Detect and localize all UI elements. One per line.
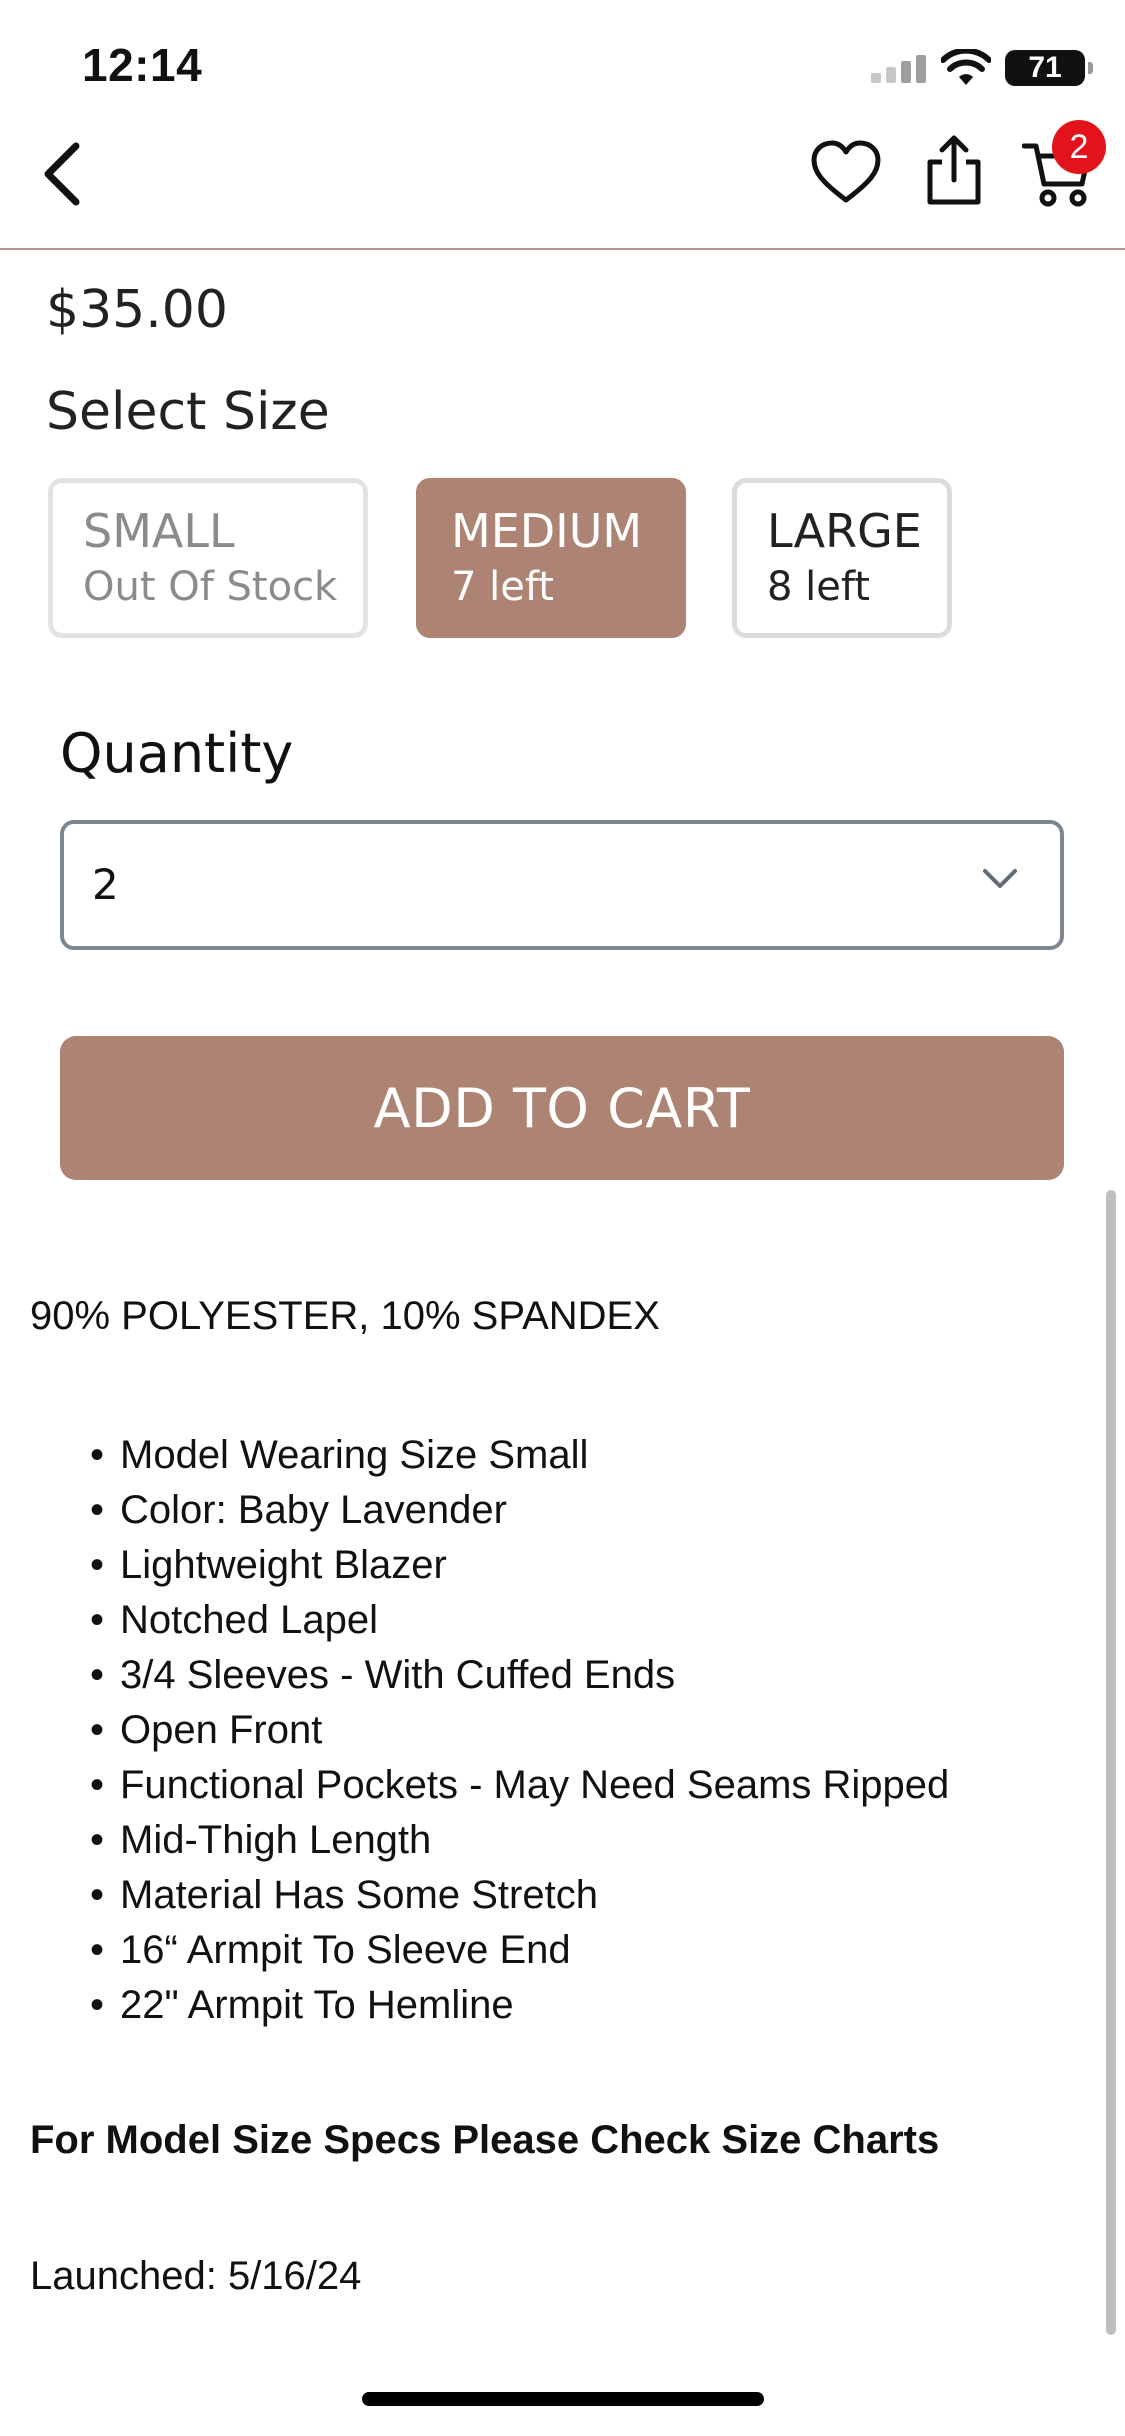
launch-date: Launched: 5/16/24 [30,2254,362,2298]
size-name: SMALL [83,504,235,558]
size-name: LARGE [767,504,922,558]
battery-indicator: 71 [1005,50,1093,86]
status-icons: 71 [871,48,1093,88]
list-item: Color: Baby Lavender [90,1483,949,1538]
home-indicator[interactable] [362,2392,764,2406]
header-divider [0,248,1125,250]
add-to-cart-button[interactable]: ADD TO CART [60,1036,1064,1180]
list-item: Notched Lapel [90,1593,949,1648]
chevron-down-icon [983,869,1017,888]
size-option-large[interactable]: LARGE 8 left [732,478,952,638]
list-item: Open Front [90,1703,949,1758]
heart-icon[interactable] [810,140,882,204]
cellular-signal-icon [871,55,926,83]
size-option-medium[interactable]: MEDIUM 7 left [416,478,686,638]
select-size-label: Select Size [46,382,330,442]
size-stock: Out Of Stock [83,564,338,610]
size-stock: 8 left [767,564,870,610]
quantity-select[interactable]: 2 [60,820,1064,950]
chevron-left-icon[interactable] [40,142,84,206]
list-item: Functional Pockets - May Need Seams Ripp… [90,1758,949,1813]
list-item: 22" Armpit To Hemline [90,1978,949,2033]
size-name: MEDIUM [451,504,643,558]
list-item: 16“ Armpit To Sleeve End [90,1923,949,1978]
material-composition: 90% POLYESTER, 10% SPANDEX [30,1294,660,1338]
quantity-value: 2 [92,860,119,909]
list-item: Material Has Some Stretch [90,1868,949,1923]
wifi-icon [941,49,991,85]
list-item: Lightweight Blazer [90,1538,949,1593]
quantity-label: Quantity [60,722,294,785]
share-icon[interactable] [924,134,984,206]
size-option-small[interactable]: SMALL Out Of Stock [48,478,368,638]
product-price: $35.00 [46,280,228,340]
cart-count-badge[interactable]: 2 [1052,120,1106,174]
status-time: 12:14 [82,39,203,91]
model-size-note: For Model Size Specs Please Check Size C… [30,2118,940,2162]
list-item: 3/4 Sleeves - With Cuffed Ends [90,1648,949,1703]
battery-level: 71 [1028,51,1062,84]
list-item: Mid-Thigh Length [90,1813,949,1868]
scrollbar[interactable] [1106,1190,1116,2335]
list-item: Model Wearing Size Small [90,1428,949,1483]
feature-list: Model Wearing Size Small Color: Baby Lav… [90,1428,949,2033]
size-stock: 7 left [451,564,554,610]
